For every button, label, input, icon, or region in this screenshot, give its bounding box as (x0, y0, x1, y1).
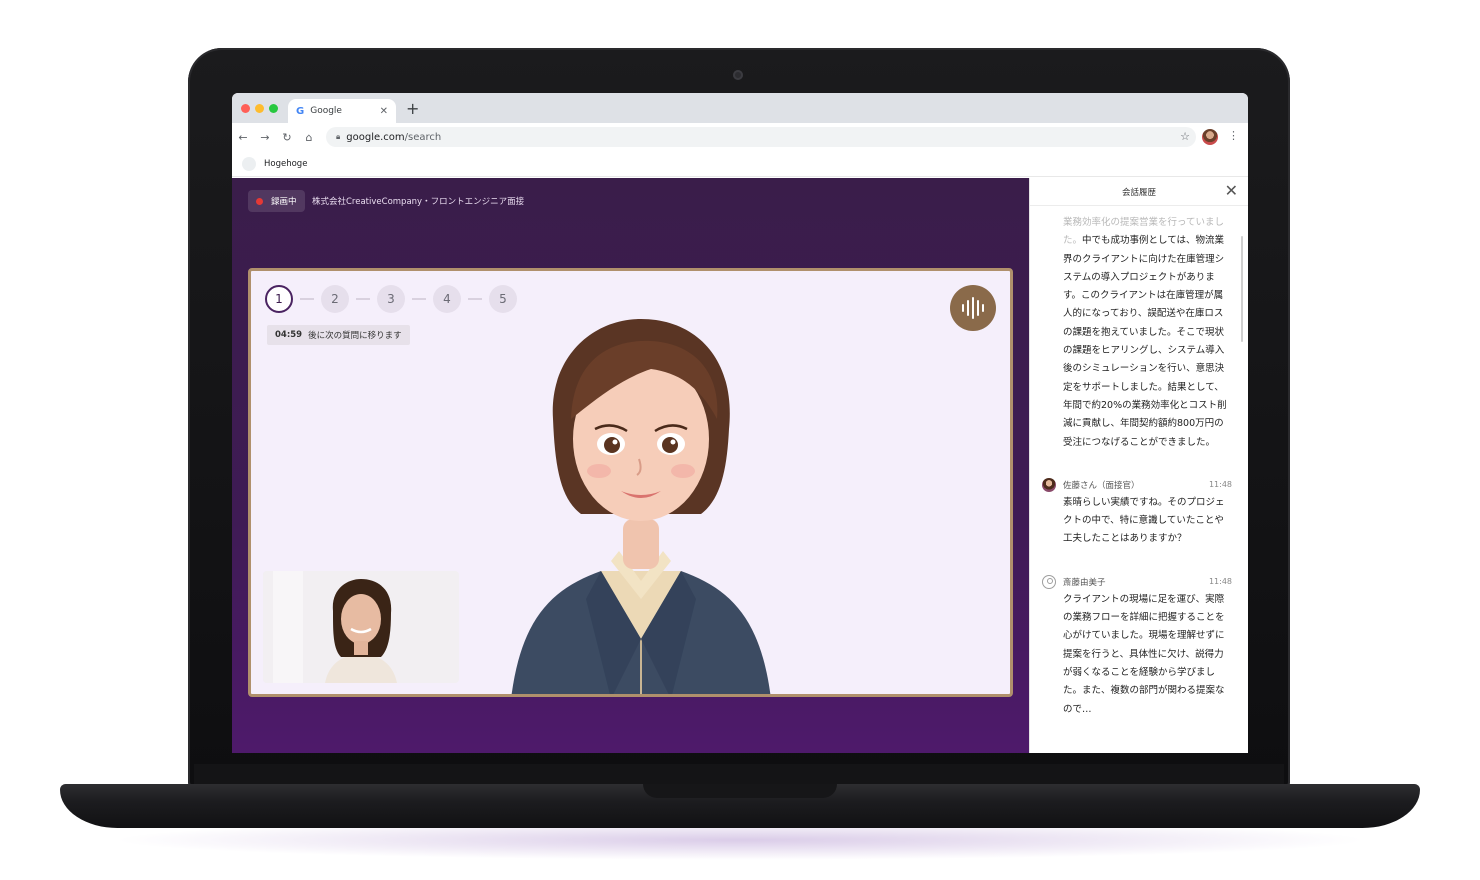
question-steps: 1 2 3 4 5 (265, 285, 517, 313)
step-connector (412, 298, 426, 300)
step-connector (300, 298, 314, 300)
voice-button[interactable] (950, 285, 996, 331)
step-1: 1 (265, 285, 293, 313)
home-icon[interactable]: ⌂ (298, 131, 320, 144)
message-time: 11:48 (1208, 480, 1232, 490)
interviewer-avatar-icon (1042, 477, 1056, 492)
laptop-hinge (194, 764, 1284, 784)
profile-avatar[interactable] (1202, 129, 1218, 145)
window-close-icon[interactable] (241, 104, 250, 113)
panel-fade (1030, 725, 1244, 753)
google-favicon-icon: G (296, 105, 305, 117)
video-stage: 1 2 3 4 5 04:59 後に次の質問に移ります (248, 268, 1013, 697)
panel-header: 会話履歴 ✕ (1030, 178, 1248, 206)
screen: G Google ✕ + ← → ↻ ⌂ 🔒︎ google.com/searc… (232, 93, 1248, 753)
user-avatar-icon (1042, 574, 1056, 589)
reload-icon[interactable]: ↻ (276, 131, 298, 144)
tab-close-icon[interactable]: ✕ (380, 106, 388, 117)
recording-label: 録画中 (271, 197, 297, 207)
message-time: 11:48 (1208, 577, 1232, 587)
interview-title: 株式会社CreativeCompany・フロントエンジニア面接 (312, 197, 525, 207)
previous-answer-text: 中でも成功事例としては、物流業界のクライアントに向けた在庫管理システムの導入プロ… (1063, 235, 1227, 448)
bookmark-star-icon[interactable]: ☆ (1180, 130, 1190, 143)
bookmark-item[interactable]: Hogehoge (264, 159, 307, 169)
window-minimize-icon[interactable] (255, 104, 264, 113)
step-connector (356, 298, 370, 300)
window-maximize-icon[interactable] (269, 104, 278, 113)
self-camera-view (263, 571, 459, 683)
tab-title: Google (310, 106, 342, 116)
webcam-icon (733, 70, 743, 80)
step-3: 3 (377, 285, 405, 313)
interview-app: 録画中 株式会社CreativeCompany・フロントエンジニア面接 1 2 … (232, 178, 1029, 753)
forward-icon[interactable]: → (254, 131, 276, 144)
url-host: google.com (346, 131, 405, 143)
timer-time: 04:59 (275, 330, 303, 340)
message-text: 素晴らしい実績ですね。そのプロジェクトの中で、特に意識していたことや工夫したこと… (1063, 496, 1225, 545)
timer-suffix: 後に次の質問に移ります (308, 331, 402, 341)
message-text: クライアントの現場に足を運び、実際の業務フローを詳細に把握することを心がけていま… (1063, 593, 1225, 715)
laptop-notch (643, 784, 837, 798)
message-header: 佐藤さん（面接官） 11:48 (1042, 476, 1232, 494)
list-item: 佐藤さん（面接官） 11:48 素晴らしい実績ですね。そのプロジェクトの中で、特… (1042, 476, 1232, 549)
panel-title: 会話履歴 (1121, 187, 1156, 198)
browser-toolbar: ← → ↻ ⌂ 🔒︎ google.com/search ☆ ⋮ (232, 123, 1248, 151)
browser-tabbar: G Google ✕ + (232, 93, 1248, 123)
message-list: 業務効率化の提案営業を行っていました。中でも成功事例としては、物流業界のクライア… (1030, 206, 1244, 753)
bookmark-favicon-icon (242, 156, 256, 171)
sound-wave-icon (962, 297, 984, 319)
step-2: 2 (321, 285, 349, 313)
conversation-history-panel: 会話履歴 ✕ 業務効率化の提案営業を行っていました。中でも成功事例としては、物流… (1029, 178, 1248, 753)
url-path: /search (404, 131, 442, 143)
ai-interviewer-avatar (511, 319, 771, 694)
step-connector (468, 298, 482, 300)
question-timer: 04:59 後に次の質問に移ります (267, 325, 410, 345)
new-tab-icon[interactable]: + (406, 101, 419, 117)
recording-badge: 録画中 (248, 190, 305, 212)
back-icon[interactable]: ← (232, 131, 254, 144)
browser-tab[interactable]: G Google ✕ (288, 99, 396, 123)
list-item: 斎藤由美子 11:48 クライアントの現場に足を運び、実際の業務フローを詳細に把… (1042, 573, 1232, 719)
url-bar[interactable]: 🔒︎ google.com/search ☆ (326, 127, 1196, 147)
candidate-video-feed (263, 571, 459, 683)
browser-menu-icon[interactable]: ⋮ (1228, 129, 1239, 142)
message-sender: 佐藤さん（面接官） (1063, 480, 1140, 491)
step-4: 4 (433, 285, 461, 313)
close-panel-icon[interactable]: ✕ (1225, 183, 1238, 199)
message-header: 斎藤由美子 11:48 (1042, 573, 1232, 591)
bookmark-bar: Hogehoge (232, 151, 1248, 177)
previous-answer: 業務効率化の提案営業を行っていました。中でも成功事例としては、物流業界のクライア… (1042, 214, 1232, 452)
recording-dot-icon (256, 197, 263, 205)
message-sender: 斎藤由美子 (1063, 577, 1106, 588)
lock-icon: 🔒︎ (336, 132, 341, 141)
